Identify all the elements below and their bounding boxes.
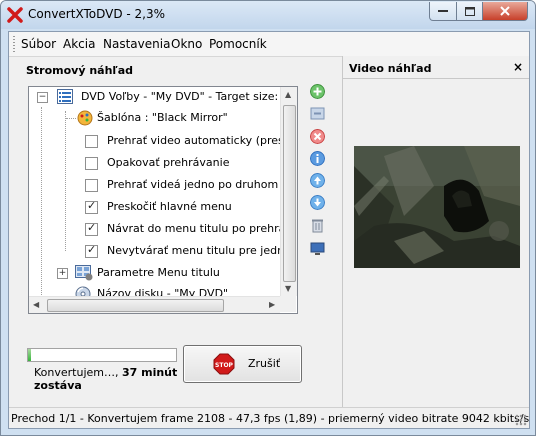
status-suffix: zostáva xyxy=(34,379,82,392)
tree-row-skip-main-menu[interactable]: ✓ Preskočiť hlavné menu xyxy=(29,197,289,217)
trash-icon[interactable] xyxy=(310,218,325,233)
status-prefix: Konvertujem…, xyxy=(34,366,122,379)
tree-horizontal-scrollbar[interactable]: ◀ ▶ xyxy=(29,296,280,313)
tree-row-play-sequential[interactable]: Prehrať videá jedno po druhom xyxy=(29,175,289,195)
checkmark-icon: ✓ xyxy=(87,221,97,234)
return-to-menu-checkbox[interactable]: ✓ xyxy=(85,221,98,236)
resize-grip-icon[interactable] xyxy=(515,414,527,426)
menu-params-icon xyxy=(75,265,93,281)
close-icon xyxy=(500,6,510,16)
title-bar[interactable]: ConvertXToDVD - 2,3% xyxy=(1,1,535,29)
autoplay-checkbox[interactable] xyxy=(85,135,98,148)
menu-bar: Súbor Akcia Nastavenia Okno Pomocník xyxy=(9,32,529,57)
conversion-status: Konvertujem…, 37 minút zostáva xyxy=(34,366,184,392)
tree-row-label: Preskočiť hlavné menu xyxy=(107,200,232,213)
monitor-icon[interactable] xyxy=(310,241,325,256)
window-title: ConvertXToDVD - 2,3% xyxy=(28,7,166,21)
tree-row-autoplay[interactable]: Prehrať video automaticky (preskočiť xyxy=(29,131,297,151)
close-video-panel-icon[interactable]: × xyxy=(513,60,523,74)
tree-guide-line xyxy=(66,118,76,120)
move-down-icon[interactable] xyxy=(310,195,325,210)
video-panel-header: Video náhľad × xyxy=(343,56,529,79)
minimize-icon xyxy=(438,10,448,12)
menu-window[interactable]: Okno xyxy=(171,37,202,51)
no-title-menu-checkbox[interactable]: ✓ xyxy=(85,243,98,258)
video-panel-title: Video náhľad xyxy=(349,62,432,75)
dvd-options-icon xyxy=(57,89,73,104)
tree-row-label: Opakovať prehrávanie xyxy=(107,156,230,169)
tree-row-label: Šablóna : "Black Mirror" xyxy=(97,111,228,124)
checkmark-icon: ✓ xyxy=(87,243,97,256)
scroll-corner xyxy=(280,296,296,312)
tree-row-label: Parametre Menu titulu xyxy=(97,266,220,279)
main-client-area: Súbor Akcia Nastavenia Okno Pomocník Str… xyxy=(8,31,530,429)
collapse-toggle[interactable]: − xyxy=(37,92,48,103)
status-bar: Prechod 1/1 - Konvertujem frame 2108 - 4… xyxy=(9,407,529,428)
tree-row-label: Návrat do menu titulu po prehratí setu xyxy=(107,222,297,235)
menu-grip[interactable] xyxy=(13,36,15,52)
checkmark-icon: ✓ xyxy=(87,199,97,212)
tree-row-template[interactable]: Šablóna : "Black Mirror" xyxy=(29,108,289,128)
video-preview-image xyxy=(354,146,520,268)
vertical-scroll-thumb[interactable] xyxy=(283,105,296,282)
app-window: ConvertXToDVD - 2,3% Súbor Akcia Nastave… xyxy=(0,0,536,436)
close-window-button[interactable] xyxy=(482,2,528,21)
tree-row-label: Prehrať videá jedno po druhom xyxy=(107,178,279,191)
move-up-icon[interactable] xyxy=(310,173,325,188)
status-bar-text: Prechod 1/1 - Konvertujem frame 2108 - 4… xyxy=(11,412,530,425)
scroll-up-icon[interactable]: ▲ xyxy=(285,90,291,99)
menu-help[interactable]: Pomocník xyxy=(209,37,267,51)
tree-view[interactable]: − DVD Voľby - "My DVD" - Target size: DV… xyxy=(28,86,298,314)
conversion-progress-bar xyxy=(27,348,177,362)
menu-file[interactable]: Súbor xyxy=(21,37,56,51)
menu-action[interactable]: Akcia xyxy=(63,37,95,51)
stop-icon-text: STOP xyxy=(215,362,234,369)
loop-checkbox[interactable] xyxy=(85,157,98,170)
scroll-right-icon[interactable]: ▶ xyxy=(269,300,275,309)
tree-row-dvd-options[interactable]: − DVD Voľby - "My DVD" - Target size: DV… xyxy=(29,87,297,107)
cancel-button-label: Zrušiť xyxy=(248,357,281,370)
info-icon[interactable] xyxy=(310,151,325,166)
panel-splitter[interactable] xyxy=(342,56,343,412)
progress-fill xyxy=(28,349,32,361)
cancel-button[interactable]: STOP Zrušiť xyxy=(183,345,302,383)
add-icon[interactable] xyxy=(310,84,325,99)
tree-row-label: Nevytvárať menu titulu pre jedno video xyxy=(107,244,297,257)
skip-main-menu-checkbox[interactable]: ✓ xyxy=(85,199,98,214)
horizontal-scroll-thumb[interactable] xyxy=(47,299,224,312)
status-time-remaining: 37 minút xyxy=(121,366,178,379)
maximize-icon xyxy=(464,6,475,16)
tree-row-loop[interactable]: Opakovať prehrávanie xyxy=(29,153,289,173)
template-icon xyxy=(77,110,93,126)
maximize-button[interactable] xyxy=(456,2,483,21)
tree-vertical-scrollbar[interactable]: ▲ ▼ xyxy=(280,87,297,296)
play-sequential-checkbox[interactable] xyxy=(85,179,98,192)
tree-row-label: DVD Voľby - "My DVD" - Target size: DVD-… xyxy=(81,90,298,103)
menu-settings[interactable]: Nastavenia xyxy=(103,37,170,51)
scroll-down-icon[interactable]: ▼ xyxy=(285,284,291,293)
video-preview-frame xyxy=(354,146,520,268)
move-icon[interactable] xyxy=(310,106,325,121)
minimize-button[interactable] xyxy=(429,2,457,21)
tree-panel-title: Stromový náhľad xyxy=(26,64,134,77)
tree-row-label: Prehrať video automaticky (preskočiť xyxy=(107,134,298,147)
expand-toggle[interactable]: + xyxy=(57,268,68,279)
app-logo-icon xyxy=(7,7,23,23)
tree-row-title-menu-params[interactable]: + Parametre Menu titulu xyxy=(29,263,289,283)
remove-icon[interactable] xyxy=(310,129,325,144)
scroll-left-icon[interactable]: ◀ xyxy=(33,300,39,309)
stop-icon: STOP xyxy=(213,353,235,375)
tree-row-return-to-menu[interactable]: ✓ Návrat do menu titulu po prehratí setu xyxy=(29,219,297,239)
tree-row-no-title-menu[interactable]: ✓ Nevytvárať menu titulu pre jedno video xyxy=(29,241,297,261)
